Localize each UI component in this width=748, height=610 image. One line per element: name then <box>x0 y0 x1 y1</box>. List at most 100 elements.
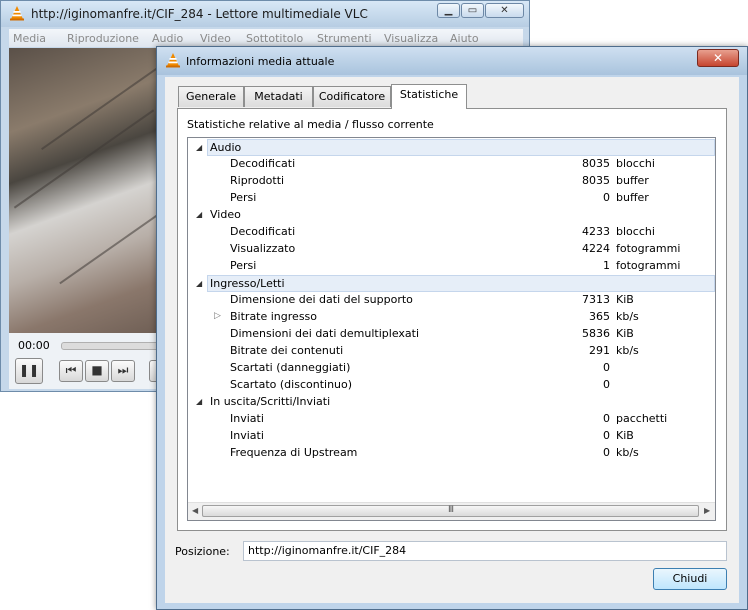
stat-unit: buffer <box>616 191 649 204</box>
stat-unit: blocchi <box>616 225 655 238</box>
position-field[interactable]: http://iginomanfre.it/CIF_284 <box>243 541 727 561</box>
tree-category[interactable]: ◢ Ingresso/Letti <box>196 275 715 292</box>
stat-value: 291 <box>589 344 610 357</box>
vlc-menubar: Media Riproduzione Audio Video Sottotito… <box>9 29 523 47</box>
stat-value: 0 <box>603 191 610 204</box>
tab-metadati[interactable]: Metadati <box>244 86 313 107</box>
minimize-button[interactable]: ▁ <box>437 3 460 18</box>
tree-stat-row[interactable]: Bitrate dei contenuti 291 kb/s <box>188 343 715 360</box>
stat-value: 8035 <box>582 157 610 170</box>
tree-stat-row[interactable]: ▷ Bitrate ingresso 365 kb/s <box>188 309 715 326</box>
tree-stat-row[interactable]: Scartato (discontinuo) 0 <box>188 377 715 394</box>
tree-category[interactable]: ◢ Audio <box>196 139 715 156</box>
tree-stat-row[interactable]: Visualizzato 4224 fotogrammi <box>188 241 715 258</box>
menu-video[interactable]: Video <box>200 32 231 45</box>
stat-value: 0 <box>603 361 610 374</box>
stat-label: Visualizzato <box>230 242 296 255</box>
elapsed-time: 00:00 <box>18 339 50 352</box>
tab-codificatore[interactable]: Codificatore <box>313 86 391 107</box>
menu-media[interactable]: Media <box>13 32 46 45</box>
tab-generale[interactable]: Generale <box>178 86 244 107</box>
dialog-close-button[interactable]: ✕ <box>697 49 739 67</box>
tree-stat-row[interactable]: Persi 0 buffer <box>188 190 715 207</box>
stat-value: 365 <box>589 310 610 323</box>
tree-stat-row[interactable]: Inviati 0 KiB <box>188 428 715 445</box>
stat-unit: kb/s <box>616 344 639 357</box>
stat-label: Audio <box>210 141 242 154</box>
close-button[interactable]: Chiudi <box>653 568 727 590</box>
stat-value: 5836 <box>582 327 610 340</box>
menu-riproduzione[interactable]: Riproduzione <box>67 32 139 45</box>
tree-stat-row[interactable]: Dimensione dei dati del supporto 7313 KiB <box>188 292 715 309</box>
scroll-thumb[interactable]: III <box>202 505 699 517</box>
stat-label: Persi <box>230 259 257 272</box>
tree-stat-row[interactable]: Inviati 0 pacchetti <box>188 411 715 428</box>
expanded-arrow-icon[interactable]: ◢ <box>196 397 202 406</box>
main-close-button[interactable]: ✕ <box>485 3 524 18</box>
menu-sottotitolo[interactable]: Sottotitolo <box>246 32 303 45</box>
scroll-left-icon[interactable]: ◀ <box>192 506 198 515</box>
stat-value: 0 <box>603 429 610 442</box>
vlc-cone-icon <box>166 53 180 68</box>
position-label: Posizione: <box>175 545 230 558</box>
tab-statistiche[interactable]: Statistiche <box>391 84 467 109</box>
close-icon: ✕ <box>500 5 509 16</box>
tree-stat-row[interactable]: Decodificati 4233 blocchi <box>188 224 715 241</box>
statistics-caption: Statistiche relative al media / flusso c… <box>187 118 434 131</box>
stat-unit: pacchetti <box>616 412 668 425</box>
menu-audio[interactable]: Audio <box>152 32 183 45</box>
grip-icon: III <box>448 505 454 515</box>
previous-button[interactable]: ⏮ <box>59 360 83 382</box>
expanded-arrow-icon[interactable]: ◢ <box>196 143 202 152</box>
statistics-tree[interactable]: Frequenza di Upstream 0 kb/s Inviati 0 KiB Inv… <box>187 137 716 521</box>
stat-label: Decodificati <box>230 157 296 170</box>
collapsed-arrow-icon[interactable]: ▷ <box>214 311 221 321</box>
minimize-icon: ▁ <box>444 5 453 16</box>
statistics-panel: Statistiche relative al media / flusso c… <box>177 108 727 531</box>
expanded-arrow-icon[interactable]: ◢ <box>196 210 202 219</box>
stat-label: Frequenza di Upstream <box>230 446 358 459</box>
maximize-icon: ▭ <box>467 5 478 16</box>
stat-label: Scartati (danneggiati) <box>230 361 351 374</box>
next-icon: ⏭ <box>117 363 129 377</box>
dialog-titlebar[interactable]: Informazioni media attuale ✕ <box>157 47 747 75</box>
stop-button[interactable]: ■ <box>85 360 109 382</box>
pause-icon: ❚❚ <box>18 363 40 377</box>
tree-stat-row[interactable]: Persi 1 fotogrammi <box>188 258 715 275</box>
maximize-button[interactable]: ▭ <box>461 3 484 18</box>
video-texture <box>41 68 157 150</box>
stat-label: Bitrate dei contenuti <box>230 344 344 357</box>
vlc-cone-icon <box>10 6 24 21</box>
tree-category[interactable]: ◢ Video <box>188 207 715 224</box>
stat-label: Ingresso/Letti <box>210 277 285 290</box>
stop-icon: ■ <box>91 363 103 377</box>
tree-stat-row[interactable]: Decodificati 8035 blocchi <box>188 156 715 173</box>
stat-value: 4224 <box>582 242 610 255</box>
menu-aiuto[interactable]: Aiuto <box>450 32 479 45</box>
seek-slider[interactable] <box>61 342 161 350</box>
video-texture <box>59 213 159 285</box>
stat-label: Inviati <box>230 429 264 442</box>
pause-button[interactable]: ❚❚ <box>15 358 43 384</box>
menu-visualizza[interactable]: Visualizza <box>384 32 438 45</box>
menu-strumenti[interactable]: Strumenti <box>317 32 372 45</box>
stat-value: 0 <box>603 412 610 425</box>
vlc-window-title: http://iginomanfre.it/CIF_284 - Lettore … <box>31 7 368 21</box>
tree-stat-row[interactable]: Dimensioni dei dati demultiplexati 5836 Ki… <box>188 326 715 343</box>
stat-unit: buffer <box>616 174 649 187</box>
tree-stat-row[interactable]: Scartati (danneggiati) 0 <box>188 360 715 377</box>
tree-stat-row[interactable]: Frequenza di Upstream 0 kb/s <box>188 445 715 462</box>
scroll-right-icon[interactable]: ▶ <box>704 506 710 515</box>
video-frame[interactable] <box>9 48 159 333</box>
next-button[interactable]: ⏭ <box>111 360 135 382</box>
stat-label: Scartato (discontinuo) <box>230 378 353 391</box>
close-icon: ✕ <box>712 51 724 65</box>
stat-label: In uscita/Scritti/Inviati <box>210 395 331 408</box>
stat-value: 7313 <box>582 293 610 306</box>
stat-value: 4233 <box>582 225 610 238</box>
tree-category[interactable]: ◢ In uscita/Scritti/Inviati <box>188 394 715 411</box>
tree-stat-row[interactable]: Riprodotti 8035 buffer <box>188 173 715 190</box>
vlc-titlebar[interactable]: http://iginomanfre.it/CIF_284 - Lettore … <box>1 1 529 27</box>
horizontal-scrollbar[interactable]: ◀ III ▶ <box>188 502 715 520</box>
expanded-arrow-icon[interactable]: ◢ <box>196 279 202 288</box>
